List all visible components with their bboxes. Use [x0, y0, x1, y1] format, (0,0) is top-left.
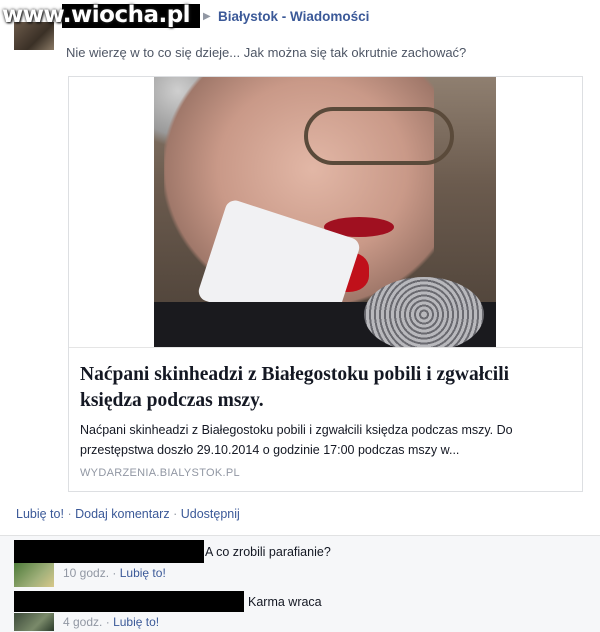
post-actions-bar: Lubię to! · Dodaj komentarz · Udostępnij	[16, 507, 240, 521]
watermark: www.wiocha.pl	[2, 2, 191, 28]
arrow-right-icon: ▶	[203, 11, 211, 22]
card-divider	[69, 347, 582, 348]
like-button[interactable]: Lubię to!	[16, 507, 64, 521]
comment-text: A co zrobili parafianie?	[205, 545, 331, 559]
separator: ·	[173, 507, 178, 521]
comment-meta: 10 godz. · Lubię to!	[63, 566, 166, 580]
separator: ·	[67, 507, 72, 521]
comment-timestamp[interactable]: 4 godz.	[63, 615, 102, 629]
commenter-avatar[interactable]	[14, 613, 54, 631]
link-preview-description: Naćpani skinheadzi z Białegostoku pobili…	[80, 423, 513, 457]
comment-timestamp[interactable]: 10 godz.	[63, 566, 109, 580]
share-button[interactable]: Udostępnij	[181, 507, 240, 521]
post-text: Nie wierzę w to co się dzieje... Jak moż…	[66, 45, 467, 60]
comment-meta: 4 godz. · Lubię to!	[63, 615, 159, 629]
comment-text: Karma wraca	[248, 595, 322, 609]
comment-button[interactable]: Dodaj komentarz	[75, 507, 170, 521]
redacted-commenter-name	[14, 591, 244, 612]
link-preview-image[interactable]	[154, 77, 496, 347]
link-preview-title[interactable]: Naćpani skinheadzi z Białegostoku pobili…	[80, 362, 570, 414]
separator: ·	[105, 615, 110, 629]
group-name-link[interactable]: Białystok - Wiadomości	[218, 9, 369, 24]
comment-like-button[interactable]: Lubię to!	[120, 566, 166, 580]
comment-like-button[interactable]: Lubię to!	[113, 615, 159, 629]
separator: ·	[112, 566, 117, 580]
commenter-avatar[interactable]	[14, 563, 54, 587]
link-preview-source: WYDARZENIA.BIALYSTOK.PL	[80, 467, 240, 479]
redacted-commenter-name	[14, 540, 204, 563]
